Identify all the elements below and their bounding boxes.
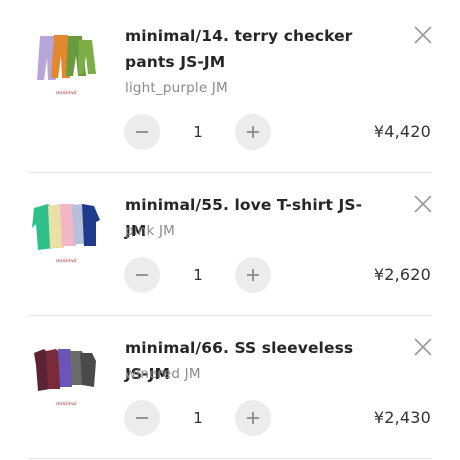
cart-item: minimal minimal/55. love T-shirt JS-JM p… — [0, 172, 460, 315]
product-photo-tshirts: minimal — [30, 198, 102, 270]
brand-mark: minimal — [56, 401, 77, 407]
minus-icon — [136, 131, 148, 133]
quantity-value: 1 — [193, 409, 203, 427]
increase-quantity-button[interactable] — [235, 114, 271, 150]
decrease-quantity-button[interactable] — [124, 400, 160, 436]
product-variant: light_purple JM — [125, 80, 228, 96]
plus-icon — [247, 126, 259, 138]
item-price: ¥4,420 — [373, 122, 431, 141]
product-photo-pants: minimal — [30, 30, 102, 102]
remove-item-button[interactable] — [411, 23, 435, 47]
increase-quantity-button[interactable] — [235, 257, 271, 293]
brand-mark: minimal — [56, 90, 77, 96]
product-photo-sleeveless: minimal — [30, 341, 102, 413]
decrease-quantity-button[interactable] — [124, 114, 160, 150]
plus-icon — [247, 269, 259, 281]
remove-item-button[interactable] — [411, 335, 435, 359]
product-variant: pink JM — [125, 223, 176, 239]
decrease-quantity-button[interactable] — [124, 257, 160, 293]
product-thumbnail[interactable]: minimal — [30, 341, 102, 413]
quantity-stepper: 1 — [124, 114, 272, 150]
item-price: ¥2,430 — [373, 408, 431, 427]
item-price: ¥2,620 — [373, 265, 431, 284]
plus-icon — [247, 412, 259, 424]
cart-item: minimal minimal/66. SS sleeveless JS-JM … — [0, 315, 460, 458]
product-thumbnail[interactable]: minimal — [30, 198, 102, 270]
close-icon — [414, 26, 432, 44]
increase-quantity-button[interactable] — [235, 400, 271, 436]
close-icon — [414, 338, 432, 356]
cart-item: minimal minimal/14. terry checker pants … — [0, 0, 460, 150]
product-thumbnail[interactable]: minimal — [30, 30, 102, 102]
brand-mark: minimal — [56, 258, 77, 264]
quantity-value: 1 — [193, 266, 203, 284]
close-icon — [414, 195, 432, 213]
remove-item-button[interactable] — [411, 192, 435, 216]
product-title[interactable]: minimal/14. terry checker pants JS-JM — [125, 23, 380, 75]
minus-icon — [136, 274, 148, 276]
quantity-stepper: 1 — [124, 400, 272, 436]
quantity-value: 1 — [193, 123, 203, 141]
divider — [28, 458, 432, 459]
minus-icon — [136, 417, 148, 419]
product-variant: winered JM — [125, 366, 201, 382]
quantity-stepper: 1 — [124, 257, 272, 293]
